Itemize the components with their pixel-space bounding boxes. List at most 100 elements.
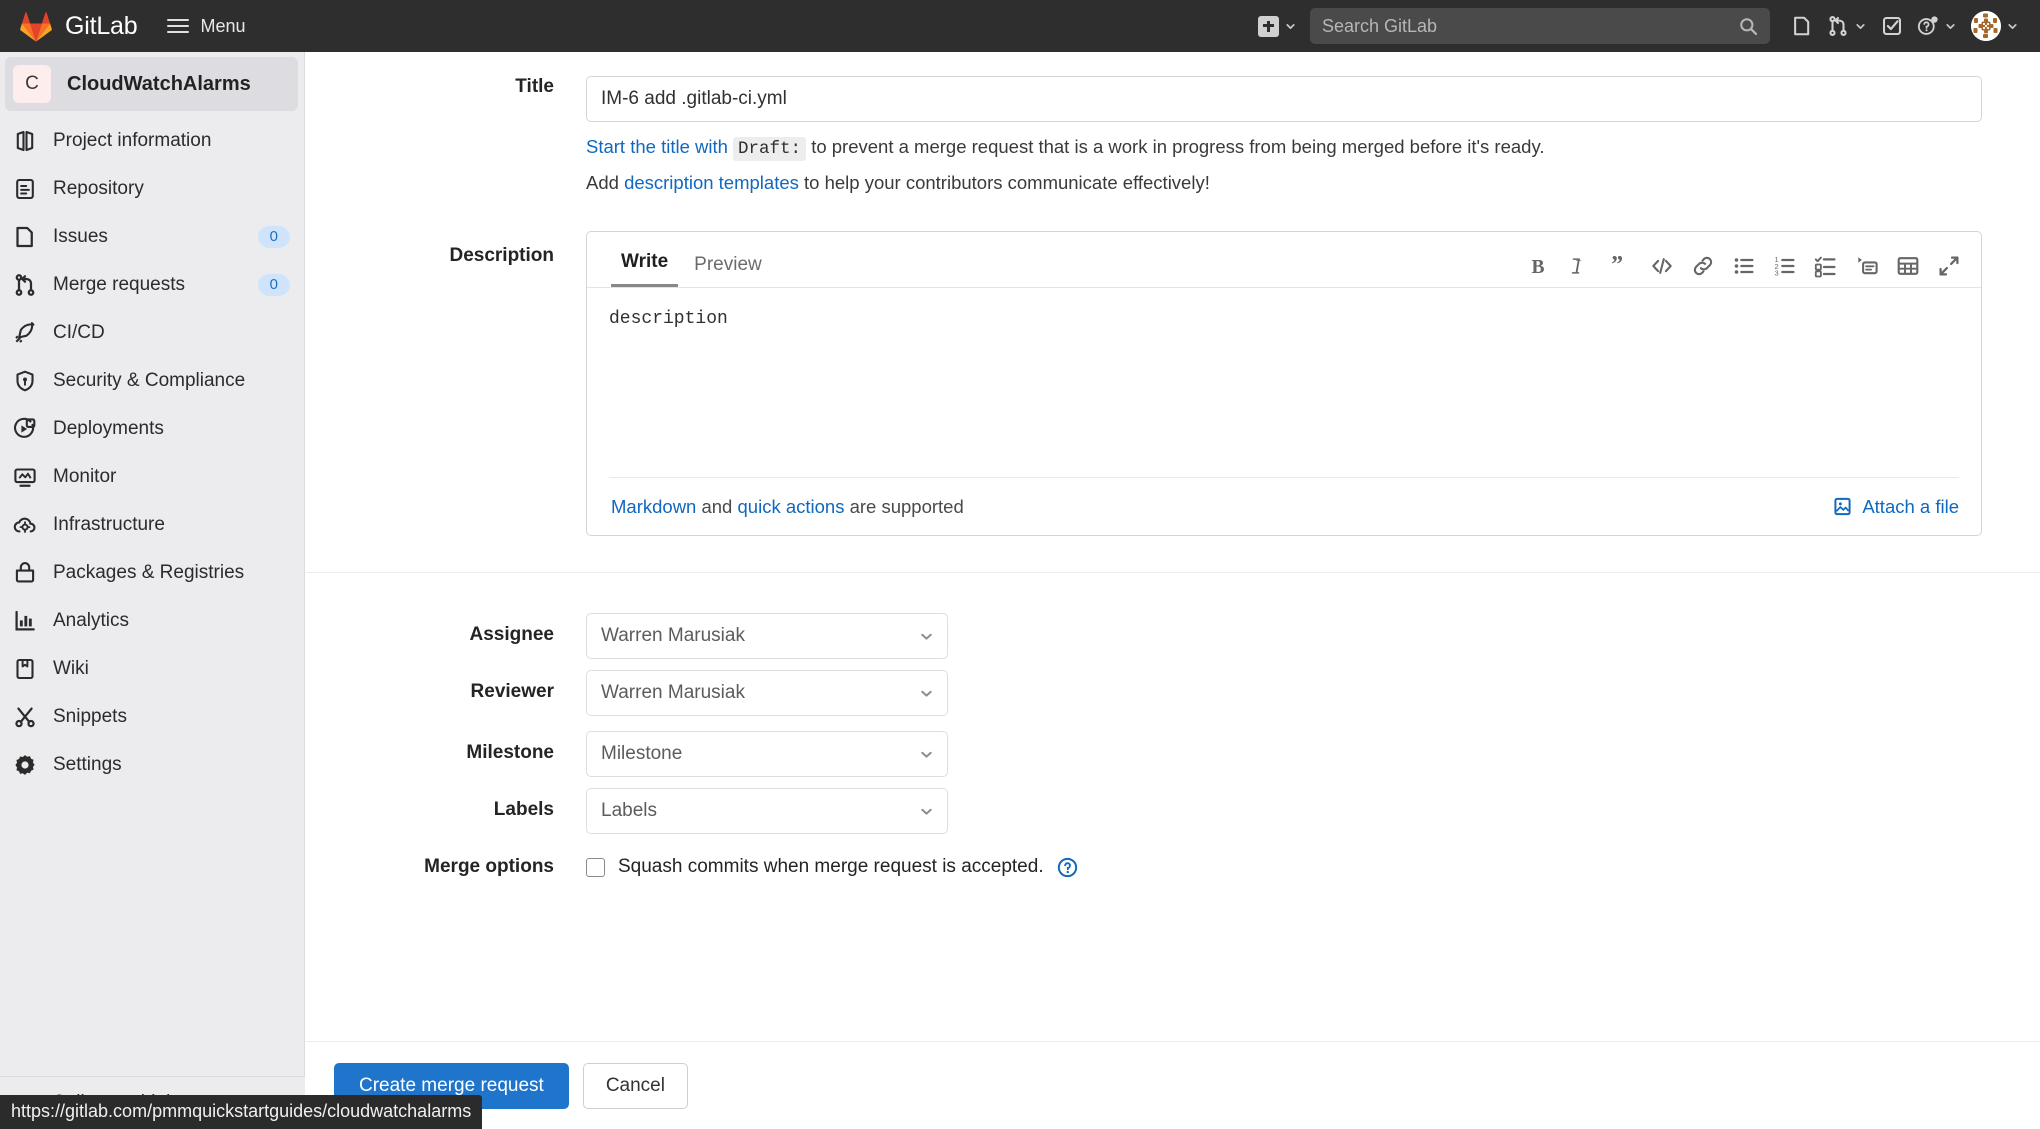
description-label: Description: [449, 245, 554, 267]
sidebar-project-header[interactable]: C CloudWatchAlarms: [5, 57, 298, 111]
form-actions: Create merge request Cancel: [306, 1041, 2040, 1129]
brand-home-link[interactable]: GitLab: [0, 11, 138, 42]
tab-preview[interactable]: Preview: [684, 254, 772, 287]
fullscreen-icon[interactable]: [1937, 254, 1961, 278]
sidebar-item-monitor[interactable]: Monitor: [0, 453, 304, 501]
squash-checkbox[interactable]: [586, 857, 605, 877]
cancel-button[interactable]: Cancel: [582, 1062, 688, 1109]
numbered-list-icon[interactable]: 123: [1773, 254, 1797, 278]
sidebar-item-issues[interactable]: Issues 0: [0, 213, 304, 261]
sidebar-item-label: Snippets: [53, 706, 127, 727]
svg-text:”: ”: [1611, 254, 1623, 278]
tab-write[interactable]: Write: [611, 251, 679, 288]
project-name: CloudWatchAlarms: [67, 72, 251, 95]
assignee-select[interactable]: Warren Marusiak: [586, 613, 948, 660]
sidebar-item-label: Merge requests: [53, 274, 186, 295]
description-templates-link[interactable]: description templates: [624, 172, 799, 193]
sidebar-item-label: Project information: [53, 130, 212, 151]
reviewer-row: Reviewer Warren Marusiak: [306, 670, 2040, 717]
italic-icon[interactable]: I: [1568, 254, 1592, 278]
repository-icon: [16, 178, 34, 200]
chevron-down-icon: [2008, 23, 2017, 29]
quick-actions-link[interactable]: quick actions: [738, 496, 845, 517]
sidebar-item-cicd[interactable]: CI/CD: [0, 309, 304, 357]
sidebar-item-repository[interactable]: Repository: [0, 165, 304, 213]
search-input[interactable]: Search GitLab: [1310, 8, 1770, 44]
top-navbar: GitLab Menu Search GitLab: [0, 0, 2040, 52]
labels-select[interactable]: Labels: [586, 788, 948, 835]
sidebar-item-snippets[interactable]: Snippets: [0, 693, 304, 741]
link-icon[interactable]: [1691, 254, 1715, 278]
main-menu-button[interactable]: Menu: [167, 16, 246, 37]
help-button[interactable]: [1910, 6, 1964, 46]
sidebar-item-deployments[interactable]: Deployments: [0, 405, 304, 453]
bold-icon[interactable]: B: [1527, 254, 1551, 278]
book-icon: [16, 658, 34, 680]
create-new-button[interactable]: [1251, 6, 1304, 46]
sidebar-item-security-compliance[interactable]: Security & Compliance: [0, 357, 304, 405]
description-textarea[interactable]: [587, 288, 1981, 473]
issues-button[interactable]: [1784, 6, 1820, 46]
milestone-label: Milestone: [466, 742, 554, 764]
user-menu-button[interactable]: [1964, 6, 2026, 46]
sidebar-item-analytics[interactable]: Analytics: [0, 597, 304, 645]
shield-icon: [16, 370, 34, 392]
sidebar-item-project-information[interactable]: Project information: [0, 117, 304, 165]
sidebar-item-badge: 0: [257, 226, 290, 248]
sidebar-item-label: Issues: [53, 226, 108, 247]
reviewer-select[interactable]: Warren Marusiak: [586, 670, 948, 717]
milestone-select[interactable]: Milestone: [586, 731, 948, 778]
sidebar-item-settings[interactable]: Settings: [0, 741, 304, 789]
svg-text:I: I: [1573, 257, 1582, 278]
title-input[interactable]: [586, 76, 1982, 122]
todos-button[interactable]: [1874, 6, 1910, 46]
merge-request-form: Title Start the title with Draft: to pre…: [306, 52, 2040, 1129]
table-icon[interactable]: [1896, 254, 1920, 278]
squash-option: Squash commits when merge request is acc…: [586, 856, 1078, 878]
description-footer-text: Markdown and quick actions are supported: [611, 496, 964, 518]
milestone-row: Milestone Milestone: [306, 731, 2040, 778]
brand-text: GitLab: [65, 11, 138, 40]
attach-file-button[interactable]: Attach a file: [1832, 496, 1959, 518]
merge-request-icon: [1829, 16, 1847, 36]
sidebar-item-infrastructure[interactable]: Infrastructure: [0, 501, 304, 549]
question-circle-icon[interactable]: [1057, 857, 1078, 878]
sidebar-item-packages-registries[interactable]: Packages & Registries: [0, 549, 304, 597]
chevron-down-icon: [921, 808, 932, 815]
draft-hint: Start the title with Draft: to prevent a…: [586, 134, 1982, 162]
draft-code-badge: Draft:: [733, 137, 807, 161]
sidebar-item-merge-requests[interactable]: Merge requests 0: [0, 261, 304, 309]
assignee-label: Assignee: [469, 624, 554, 646]
bulleted-list-icon[interactable]: [1732, 254, 1756, 278]
svg-text:B: B: [1532, 257, 1545, 278]
description-editor-header: Write Preview B I ” 123: [587, 232, 1981, 289]
merge-requests-button[interactable]: [1820, 6, 1874, 46]
issues-icon: [16, 226, 33, 248]
templates-hint-prefix: Add: [586, 172, 619, 194]
deployments-icon: [13, 417, 36, 438]
collapsible-section-icon[interactable]: [1855, 254, 1879, 278]
sidebar-item-wiki[interactable]: Wiki: [0, 645, 304, 693]
sidebar-item-badge: 0: [257, 274, 290, 296]
chevron-down-icon: [921, 633, 932, 640]
search-placeholder: Search GitLab: [1322, 15, 1438, 36]
quote-icon[interactable]: ”: [1609, 254, 1633, 278]
merge-options-row: Merge options Squash commits when merge …: [306, 856, 2040, 878]
sidebar-item-label: Wiki: [53, 658, 89, 679]
task-list-icon[interactable]: [1814, 254, 1838, 278]
section-divider: [306, 572, 2040, 574]
code-icon[interactable]: [1650, 254, 1674, 278]
sidebar-item-label: CI/CD: [53, 322, 105, 343]
cloud-gear-icon: [13, 517, 36, 533]
markdown-link[interactable]: Markdown: [611, 496, 696, 517]
sidebar-item-label: Analytics: [53, 610, 130, 631]
chart-icon: [15, 610, 35, 631]
title-label: Title: [515, 76, 554, 97]
chevron-down-icon: [1946, 23, 1955, 29]
draft-hint-link[interactable]: Start the title with: [586, 136, 728, 157]
gear-icon: [15, 755, 35, 775]
footer-supported: are supported: [849, 495, 964, 517]
sidebar-item-label: Repository: [53, 178, 144, 199]
rocket-icon: [15, 322, 35, 343]
todo-checkbox-icon: [1882, 16, 1902, 36]
